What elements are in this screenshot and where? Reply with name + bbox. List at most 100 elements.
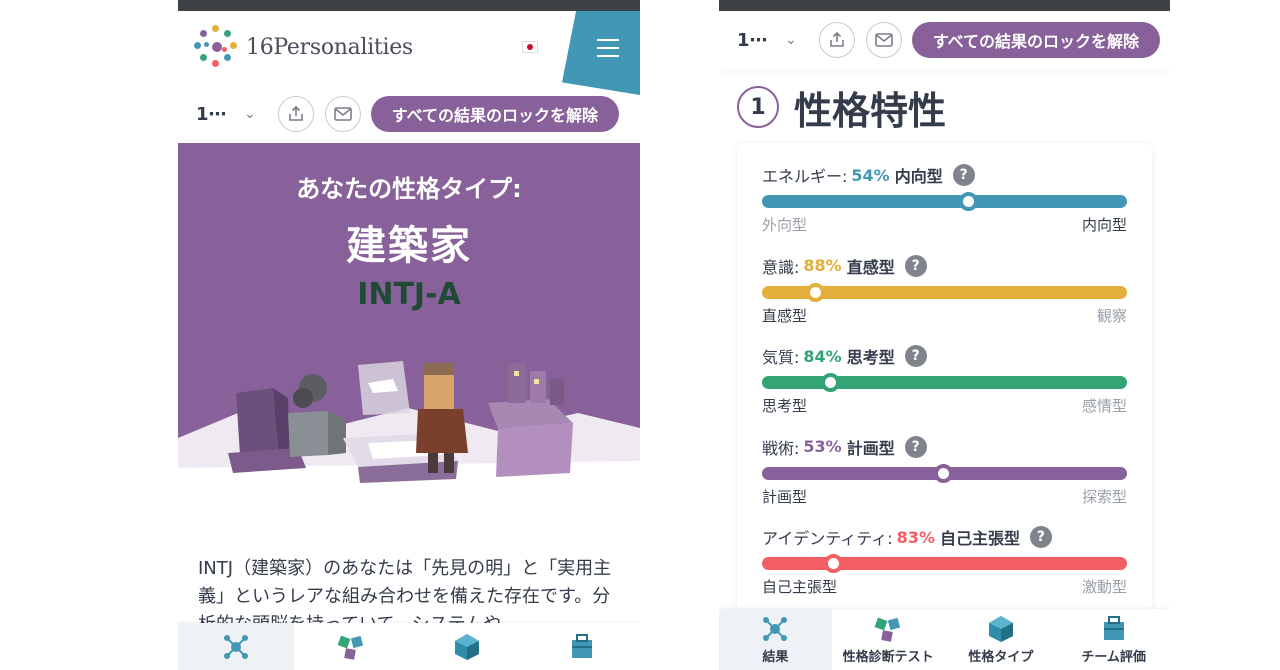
trait-right-label: 内向型: [1081, 216, 1127, 234]
trait-ends: 直感型 観察: [762, 305, 1127, 326]
trait-percent: 53%: [803, 437, 842, 456]
trait-percent: 84%: [803, 346, 842, 366]
section-select[interactable]: 1⋯: [737, 30, 777, 51]
right-screen: 1⋯ ⌄ すべての結果のロックを解除 1 性格特性 エネルギー: 54% 内向型? 外…: [719, 0, 1170, 670]
logo-text: 16Personalities: [246, 34, 413, 60]
hero-label: あなたの性格タイプ:: [296, 175, 522, 203]
trait-slider-knob: [959, 192, 979, 211]
nav-label: チーム評価: [1081, 650, 1146, 665]
personality-hero: あなたの性格タイプ: 建築家 INTJ-A: [178, 143, 640, 503]
help-icon[interactable]: ?: [904, 435, 927, 458]
trait-type: 直感型: [846, 257, 895, 277]
section-select[interactable]: 1⋯: [196, 104, 236, 125]
nav-types[interactable]: 性格タイプ: [945, 609, 1058, 670]
trait-left-label: 思考型: [762, 397, 808, 415]
trait-row: 気質: 84% 思考型? 思考型 感情型: [762, 344, 1127, 416]
type-code: INTJ-A: [357, 277, 461, 312]
mail-icon: [874, 33, 893, 47]
trait-heading: 戦術: 53% 計画型?: [762, 435, 1127, 459]
nav-test[interactable]: [294, 623, 410, 670]
trait-label: アイデンティティ:: [762, 529, 893, 548]
trait-row: 戦術: 53% 計画型? 計画型 探索型: [762, 435, 1127, 507]
email-button[interactable]: [324, 96, 361, 132]
architect-illustration: [178, 361, 640, 503]
share-icon: [288, 105, 303, 121]
trait-ends: 思考型 感情型: [762, 395, 1127, 416]
nav-label: 性格診断テスト: [842, 650, 934, 665]
type-name: 建築家: [346, 223, 472, 269]
trait-bar: [762, 192, 1127, 211]
trait-label: エネルギー:: [762, 167, 848, 186]
hamburger-icon: [597, 39, 619, 63]
trait-percent: 88%: [803, 256, 842, 275]
trait-row: 意識: 88% 直感型? 直感型 観察: [762, 254, 1127, 326]
nav-label: 結果: [762, 650, 789, 665]
site-logo[interactable]: 16Personalities: [192, 23, 413, 71]
nav-results[interactable]: [178, 623, 294, 670]
bottom-nav: [178, 623, 640, 670]
nav-team[interactable]: [525, 623, 641, 670]
trait-heading: 気質: 84% 思考型?: [762, 344, 1127, 368]
test-icon: [874, 617, 901, 642]
help-icon[interactable]: ?: [904, 345, 927, 367]
trait-label: 戦術:: [762, 438, 800, 458]
share-button[interactable]: [818, 22, 855, 58]
trait-left-label: 外向型: [762, 216, 808, 234]
trait-row: エネルギー: 54% 内向型? 外向型 内向型: [762, 163, 1127, 235]
chevron-down-icon[interactable]: ⌄: [244, 106, 256, 122]
trait-type: 思考型: [846, 348, 895, 367]
trait-heading: 意識: 88% 直感型?: [762, 254, 1127, 278]
types-icon: [454, 633, 479, 660]
trait-ends: 計画型 探索型: [762, 486, 1127, 507]
test-icon: [337, 635, 364, 660]
team-icon: [1103, 616, 1124, 640]
trait-label: 気質:: [762, 348, 800, 367]
trait-percent: 54%: [851, 165, 890, 185]
trait-right-label: 観察: [1096, 306, 1127, 325]
trait-bar: [762, 463, 1127, 483]
nav-types[interactable]: [409, 623, 525, 670]
share-button[interactable]: [277, 96, 314, 132]
help-icon[interactable]: ?: [952, 164, 975, 186]
mail-icon: [333, 107, 352, 121]
trait-type: 内向型: [894, 167, 943, 186]
japan-flag-icon[interactable]: [522, 41, 538, 53]
trait-ends: 自己主張型 激動型: [762, 576, 1127, 597]
logo-icon: [192, 23, 240, 71]
status-bar: [719, 0, 1170, 11]
result-toolbar: 1⋯ ⌄ すべての結果のロックを解除: [178, 85, 640, 143]
nav-team[interactable]: チーム評価: [1057, 609, 1170, 670]
unlock-results-button[interactable]: すべての結果のロックを解除: [370, 96, 619, 132]
help-icon[interactable]: ?: [1029, 526, 1052, 548]
trait-type: 計画型: [846, 438, 895, 458]
share-icon: [829, 31, 844, 47]
section-heading: 1 性格特性: [719, 77, 1170, 137]
types-icon: [988, 616, 1013, 642]
trait-percent: 83%: [896, 527, 935, 547]
trait-bar: [762, 282, 1127, 302]
nav-test[interactable]: 性格診断テスト: [832, 609, 945, 670]
section-title: 性格特性: [794, 88, 947, 133]
unlock-results-button[interactable]: すべての結果のロックを解除: [911, 22, 1160, 58]
trait-bar: [762, 554, 1127, 573]
trait-ends: 外向型 内向型: [762, 214, 1127, 235]
trait-right-label: 激動型: [1081, 578, 1127, 596]
trait-slider-knob: [805, 282, 825, 302]
trait-row: アイデンティティ: 83% 自己主張型? 自己主張型 激動型: [762, 525, 1127, 597]
trait-type: 自己主張型: [939, 529, 1020, 548]
site-header: 16Personalities: [178, 11, 640, 95]
trait-heading: エネルギー: 54% 内向型?: [762, 163, 1127, 187]
email-button[interactable]: [865, 22, 902, 58]
bottom-nav: 結果 性格診断テスト 性格タイプ チーム評価: [719, 609, 1170, 670]
trait-label: 意識:: [762, 257, 800, 277]
nav-results[interactable]: 結果: [719, 609, 832, 670]
chevron-down-icon[interactable]: ⌄: [785, 32, 797, 48]
status-bar: [178, 0, 640, 11]
trait-left-label: 自己主張型: [762, 578, 838, 596]
trait-bar: [762, 373, 1127, 392]
trait-left-label: 計画型: [762, 487, 808, 506]
menu-button[interactable]: [562, 11, 640, 95]
help-icon[interactable]: ?: [904, 254, 927, 277]
results-icon: [223, 634, 248, 659]
team-icon: [572, 633, 593, 658]
